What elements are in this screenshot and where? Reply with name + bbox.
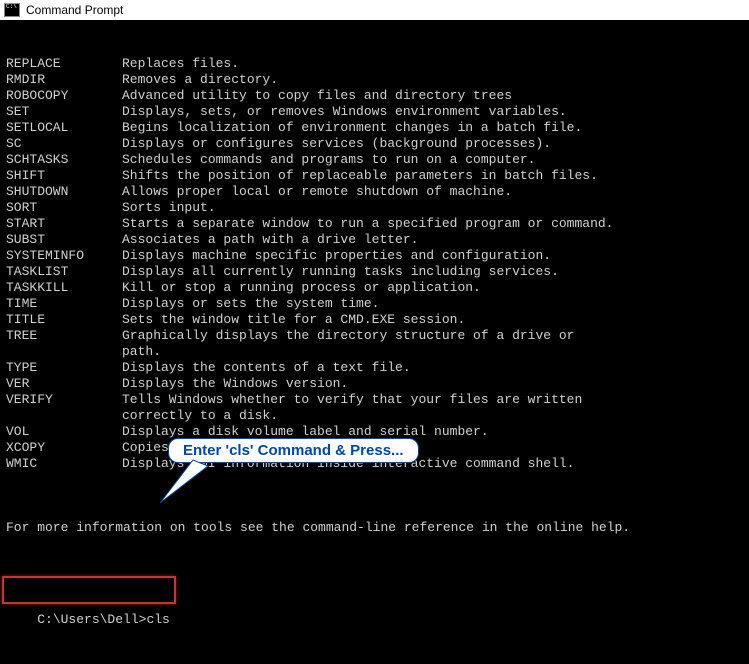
prompt-line[interactable]: C:\Users\Dell>cls <box>6 580 743 644</box>
command-name: START <box>6 216 122 232</box>
command-row: SETDisplays, sets, or removes Windows en… <box>6 104 743 120</box>
command-row: SUBSTAssociates a path with a drive lett… <box>6 232 743 248</box>
command-desc: Displays all currently running tasks inc… <box>122 264 743 280</box>
command-desc: Sets the window title for a CMD.EXE sess… <box>122 312 743 328</box>
terminal-output[interactable]: REPLACEReplaces files.RMDIRRemoves a dir… <box>0 20 749 664</box>
command-row: TASKLISTDisplays all currently running t… <box>6 264 743 280</box>
command-name: TREE <box>6 328 122 344</box>
command-name: SET <box>6 104 122 120</box>
command-name: TITLE <box>6 312 122 328</box>
command-row: RMDIRRemoves a directory. <box>6 72 743 88</box>
command-desc: Displays the contents of a text file. <box>122 360 743 376</box>
command-name: SYSTEMINFO <box>6 248 122 264</box>
command-name: RMDIR <box>6 72 122 88</box>
command-desc: Associates a path with a drive letter. <box>122 232 743 248</box>
command-row: VERIFYTells Windows whether to verify th… <box>6 392 743 408</box>
command-desc: Displays machine specific properties and… <box>122 248 743 264</box>
command-row: STARTStarts a separate window to run a s… <box>6 216 743 232</box>
command-row: SCHTASKSSchedules commands and programs … <box>6 152 743 168</box>
command-name: SORT <box>6 200 122 216</box>
command-desc: Starts a separate window to run a specif… <box>122 216 743 232</box>
command-name: SUBST <box>6 232 122 248</box>
command-row: TYPEDisplays the contents of a text file… <box>6 360 743 376</box>
command-name: SHIFT <box>6 168 122 184</box>
prompt-input[interactable]: cls <box>146 612 169 627</box>
command-row: SHIFTShifts the position of replaceable … <box>6 168 743 184</box>
command-desc: Removes a directory. <box>122 72 743 88</box>
command-row: correctly to a disk. <box>6 408 743 424</box>
command-name: SCHTASKS <box>6 152 122 168</box>
command-row: path. <box>6 344 743 360</box>
command-row: REPLACEReplaces files. <box>6 56 743 72</box>
command-desc: Advanced utility to copy files and direc… <box>122 88 743 104</box>
command-desc: Displays, sets, or removes Windows envir… <box>122 104 743 120</box>
annotation-callout: Enter 'cls' Command & Press... <box>168 438 419 463</box>
command-name: TYPE <box>6 360 122 376</box>
command-desc: Replaces files. <box>122 56 743 72</box>
command-row: SYSTEMINFODisplays machine specific prop… <box>6 248 743 264</box>
command-desc: Kill or stop a running process or applic… <box>122 280 743 296</box>
command-name: SHUTDOWN <box>6 184 122 200</box>
command-name: TASKLIST <box>6 264 122 280</box>
command-name: SC <box>6 136 122 152</box>
more-info-text: For more information on tools see the co… <box>6 520 743 536</box>
command-desc: Sorts input. <box>122 200 743 216</box>
command-name: TIME <box>6 296 122 312</box>
command-name: ROBOCOPY <box>6 88 122 104</box>
command-name <box>6 344 122 360</box>
command-desc: Displays or configures services (backgro… <box>122 136 743 152</box>
command-desc: Allows proper local or remote shutdown o… <box>122 184 743 200</box>
prompt-path: C:\Users\Dell> <box>37 612 146 627</box>
command-name: WMIC <box>6 456 122 472</box>
command-row: SCDisplays or configures services (backg… <box>6 136 743 152</box>
command-row: VERDisplays the Windows version. <box>6 376 743 392</box>
window-title: Command Prompt <box>26 3 123 17</box>
command-desc: correctly to a disk. <box>122 408 743 424</box>
command-row: SETLOCALBegins localization of environme… <box>6 120 743 136</box>
command-name: VER <box>6 376 122 392</box>
command-row: TREEGraphically displays the directory s… <box>6 328 743 344</box>
command-desc: Displays or sets the system time. <box>122 296 743 312</box>
command-row: SORTSorts input. <box>6 200 743 216</box>
command-row: TIMEDisplays or sets the system time. <box>6 296 743 312</box>
command-row: TITLESets the window title for a CMD.EXE… <box>6 312 743 328</box>
command-desc: Shifts the position of replaceable param… <box>122 168 743 184</box>
command-name: VERIFY <box>6 392 122 408</box>
window-titlebar[interactable]: Command Prompt <box>0 0 749 20</box>
command-name: TASKKILL <box>6 280 122 296</box>
command-desc: path. <box>122 344 743 360</box>
command-name: XCOPY <box>6 440 122 456</box>
command-row: ROBOCOPYAdvanced utility to copy files a… <box>6 88 743 104</box>
command-row: TASKKILLKill or stop a running process o… <box>6 280 743 296</box>
command-name: VOL <box>6 424 122 440</box>
command-desc: Schedules commands and programs to run o… <box>122 152 743 168</box>
command-desc: Begins localization of environment chang… <box>122 120 743 136</box>
command-name: SETLOCAL <box>6 120 122 136</box>
command-name <box>6 408 122 424</box>
command-desc: Displays the Windows version. <box>122 376 743 392</box>
cmd-icon <box>4 3 20 17</box>
command-row: SHUTDOWNAllows proper local or remote sh… <box>6 184 743 200</box>
command-desc: Tells Windows whether to verify that you… <box>122 392 743 408</box>
annotation-highlight-box <box>2 576 176 604</box>
command-desc: Graphically displays the directory struc… <box>122 328 743 344</box>
command-name: REPLACE <box>6 56 122 72</box>
